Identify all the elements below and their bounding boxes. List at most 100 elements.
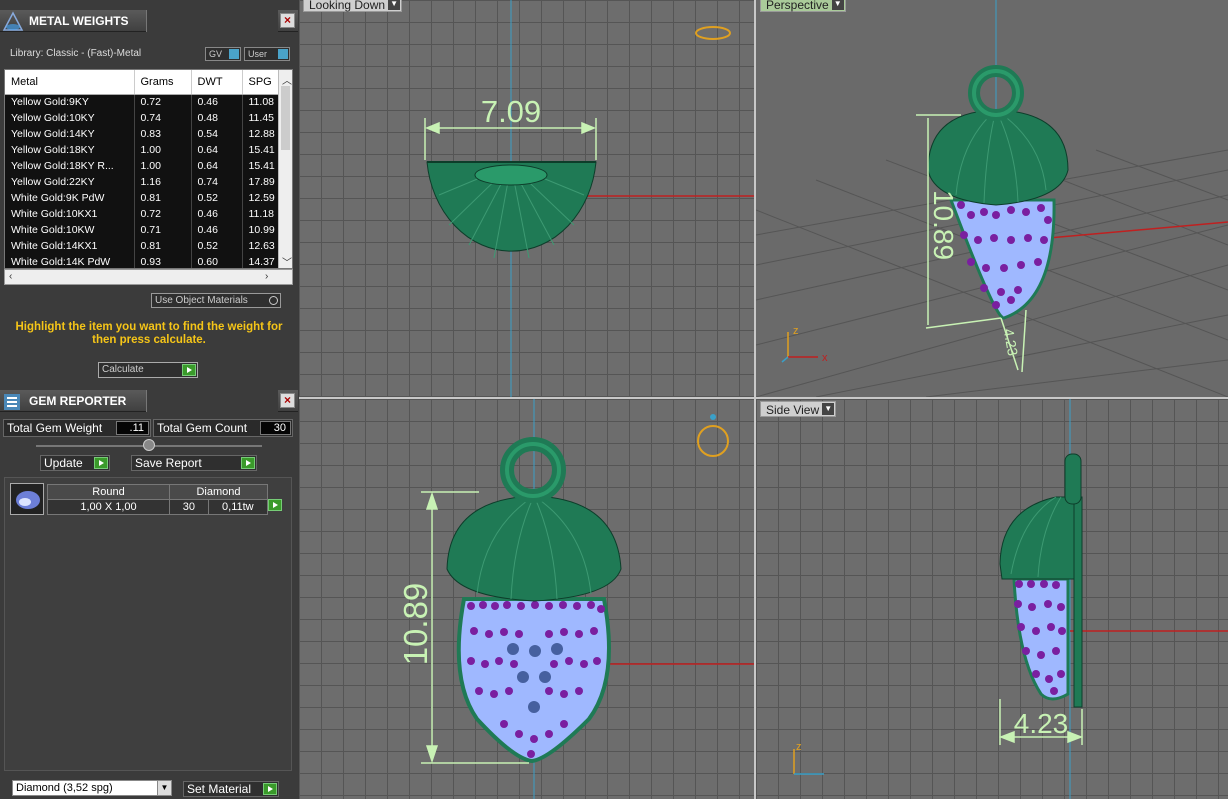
table-cell: 0.72 — [134, 94, 192, 110]
perspective-drawing: 10.89 4.23 z x — [756, 0, 1228, 397]
rhino-jewelry-app: METAL WEIGHTS × Library: Classic - (Fast… — [0, 0, 1228, 799]
viewport-front[interactable]: 10.89 — [299, 399, 754, 799]
scroll-left-icon[interactable]: ‹ — [9, 271, 12, 282]
table-cell: 0.74 — [191, 174, 243, 190]
table-vertical-scrollbar[interactable]: ︿ ﹀ — [278, 70, 292, 268]
table-row[interactable]: Yellow Gold:18KY R... 1.00 0.64 15.41 — [5, 158, 281, 174]
play-arrow-icon — [263, 783, 277, 795]
table-row[interactable]: Yellow Gold:22KY 1.16 0.74 17.89 — [5, 174, 281, 190]
play-arrow-icon — [182, 364, 196, 376]
top-view-drawing: 7.09 — [424, 0, 754, 397]
table-cell: White Gold:9K PdW — [5, 190, 135, 206]
table-cell: 12.63 — [242, 238, 281, 254]
calculate-hint: Highlight the item you want to find the … — [15, 321, 283, 346]
table-row[interactable]: Yellow Gold:18KY 1.00 0.64 15.41 — [5, 142, 281, 158]
gem-select-button[interactable] — [268, 498, 284, 515]
play-arrow-icon — [268, 498, 282, 511]
table-horizontal-scrollbar[interactable]: ‹ › — [4, 269, 293, 285]
metal-weights-icon — [2, 11, 24, 31]
viewport-top[interactable]: 7.09 Looking Down ▼ — [299, 0, 754, 397]
dim-top-label: 7.09 — [481, 94, 541, 129]
metal-weights-titlebar: METAL WEIGHTS × — [0, 10, 298, 32]
column-header[interactable]: SPG — [242, 70, 281, 95]
table-cell: White Gold:14K PdW — [5, 254, 135, 268]
table-cell: 0.46 — [191, 222, 243, 238]
metal-table: Metal Grams DWT SPG Yellow Gold:9KY 0.72 0.46… — [4, 69, 293, 269]
chevron-down-icon: ▼ — [388, 0, 401, 10]
ring-gizmo-icon[interactable] — [697, 414, 729, 457]
table-cell: 11.45 — [242, 110, 281, 126]
report-slider-knob[interactable] — [143, 439, 155, 451]
close-metal-weights-button[interactable]: × — [280, 13, 295, 28]
looking-down-label[interactable]: Looking Down ▼ — [303, 0, 403, 12]
gv-button[interactable]: GV — [205, 47, 241, 61]
table-cell: 0.93 — [134, 254, 192, 268]
table-cell: 15.41 — [242, 142, 281, 158]
scroll-right-icon[interactable]: › — [265, 271, 268, 282]
radio-icon — [269, 296, 278, 305]
scroll-down-icon[interactable]: ﹀ — [282, 254, 292, 268]
column-header[interactable]: DWT — [191, 70, 243, 95]
table-cell: 0.46 — [191, 206, 243, 222]
table-cell: 0.54 — [191, 126, 243, 142]
table-cell: Yellow Gold:22KY — [5, 174, 135, 190]
gv-toggle-icon — [229, 49, 239, 59]
side-view-label[interactable]: Side View ▼ — [760, 401, 837, 417]
viewport-side[interactable]: 4.23 z Side View ▼ — [756, 399, 1228, 799]
update-button[interactable]: Update — [40, 455, 110, 471]
library-label: Library: Classic - (Fast)-Metal — [10, 48, 142, 59]
table-row[interactable]: White Gold:10KW 0.71 0.46 10.99 — [5, 222, 281, 238]
titlebar-spacer — [146, 10, 278, 32]
table-cell: 11.08 — [242, 94, 281, 110]
material-select[interactable]: Diamond (3,52 spg) ▼ — [12, 780, 172, 796]
table-row[interactable]: White Gold:9K PdW 0.81 0.52 12.59 — [5, 190, 281, 206]
table-row[interactable]: White Gold:14KX1 0.81 0.52 12.63 — [5, 238, 281, 254]
gem-list: Round Diamond 1,00 X 1,00 30 0,11tw — [4, 477, 292, 771]
viewport-divider-horizontal[interactable] — [299, 397, 1228, 399]
scroll-thumb[interactable] — [281, 86, 290, 150]
table-cell: Yellow Gold:10KY — [5, 110, 135, 126]
user-button[interactable]: User — [244, 47, 290, 61]
table-row[interactable]: Yellow Gold:9KY 0.72 0.46 11.08 — [5, 94, 281, 110]
table-row[interactable]: Yellow Gold:14KY 0.83 0.54 12.88 — [5, 126, 281, 142]
set-material-button[interactable]: Set Material — [183, 781, 279, 797]
gem-shape: Round — [47, 484, 170, 500]
column-header[interactable]: Metal — [5, 70, 135, 95]
table-row[interactable]: White Gold:10KX1 0.72 0.46 11.18 — [5, 206, 281, 222]
gem-size: 1,00 X 1,00 — [47, 499, 170, 515]
table-cell: 17.89 — [242, 174, 281, 190]
table-cell: 0.71 — [134, 222, 192, 238]
viewport-divider-vertical[interactable] — [754, 0, 756, 799]
table-cell: 14.37 — [242, 254, 281, 268]
axis-gizmo-icon: z — [793, 741, 824, 775]
calculate-button[interactable]: Calculate — [98, 362, 198, 378]
gem-weight: 0,11tw — [207, 499, 269, 515]
user-toggle-icon — [278, 49, 288, 59]
total-gem-weight-value: .11 — [116, 421, 149, 435]
ring-gizmo-icon[interactable] — [695, 26, 731, 40]
viewport-perspective[interactable]: 10.89 4.23 z x Perspective ▼ — [756, 0, 1228, 397]
save-report-button[interactable]: Save Report — [131, 455, 257, 471]
svg-text:z: z — [796, 741, 802, 753]
table-cell: 12.59 — [242, 190, 281, 206]
diamond-icon — [16, 491, 40, 509]
metal-weights-title: METAL WEIGHTS — [29, 14, 129, 28]
gem-material: Diamond — [169, 484, 268, 500]
column-header[interactable]: Grams — [134, 70, 192, 95]
table-cell: 0.60 — [191, 254, 243, 268]
table-cell: White Gold:10KW — [5, 222, 135, 238]
round-gem-thumbnail[interactable] — [10, 483, 44, 515]
table-cell: 0.81 — [134, 238, 192, 254]
close-gem-reporter-button[interactable]: × — [280, 393, 295, 408]
chevron-down-icon: ▼ — [822, 403, 835, 415]
table-row[interactable]: Yellow Gold:10KY 0.74 0.48 11.45 — [5, 110, 281, 126]
scroll-up-icon[interactable]: ︿ — [282, 72, 292, 87]
table-row[interactable]: White Gold:14K PdW 0.93 0.60 14.37 — [5, 254, 281, 268]
gem-count: 30 — [169, 499, 209, 515]
table-cell: 11.18 — [242, 206, 281, 222]
perspective-label[interactable]: Perspective ▼ — [760, 0, 846, 12]
use-object-materials-toggle[interactable]: Use Object Materials — [151, 293, 281, 308]
total-gem-count-value: 30 — [260, 421, 291, 435]
table-cell: 15.41 — [242, 158, 281, 174]
side-view-drawing: 4.23 z — [793, 399, 1228, 799]
